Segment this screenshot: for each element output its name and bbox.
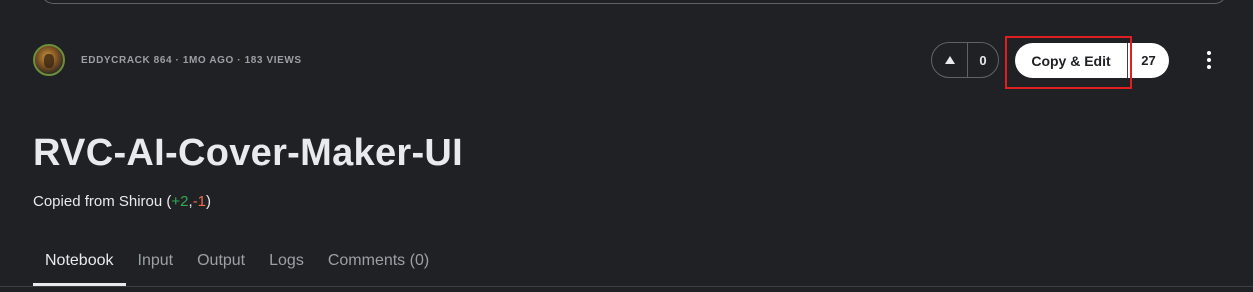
- author-meta-row: EDDYCRACK 864 · 1MO AGO · 183 VIEWS: [33, 44, 302, 76]
- tab-logs[interactable]: Logs: [257, 249, 316, 286]
- page-title: RVC-AI-Cover-Maker-UI: [33, 132, 464, 174]
- copied-from-text: Copied from Shirou (+2,-1): [33, 193, 211, 210]
- search-bar[interactable]: [40, 0, 1228, 4]
- vote-count: 0: [979, 52, 987, 68]
- more-options-button[interactable]: [1196, 46, 1222, 74]
- tab-input[interactable]: Input: [126, 249, 186, 286]
- diff-plus[interactable]: +2: [171, 193, 188, 210]
- tab-divider: [0, 286, 1253, 287]
- copy-edit-button[interactable]: Copy & Edit: [1015, 43, 1127, 78]
- tab-comments[interactable]: Comments (0): [316, 249, 441, 286]
- copied-prefix: Copied from Shirou (: [33, 193, 172, 210]
- tab-output[interactable]: Output: [185, 249, 257, 286]
- vertical-dots-icon: [1207, 51, 1211, 55]
- copy-edit-widget: Copy & Edit 27: [1015, 43, 1169, 78]
- vote-widget: 0: [931, 42, 999, 78]
- copy-count[interactable]: 27: [1128, 53, 1169, 68]
- vertical-dot: [1207, 65, 1211, 69]
- author-meta-text: EDDYCRACK 864 · 1MO AGO · 183 VIEWS: [81, 54, 302, 66]
- vertical-dot: [1207, 58, 1211, 62]
- tab-notebook[interactable]: Notebook: [33, 249, 126, 286]
- avatar[interactable]: [33, 44, 65, 76]
- diff-minus[interactable]: -1: [193, 193, 206, 210]
- copied-suffix: ): [206, 193, 212, 210]
- tab-bar: Notebook Input Output Logs Comments (0): [33, 249, 441, 286]
- upvote-button[interactable]: [932, 43, 968, 77]
- triangle-up-icon: [944, 56, 955, 64]
